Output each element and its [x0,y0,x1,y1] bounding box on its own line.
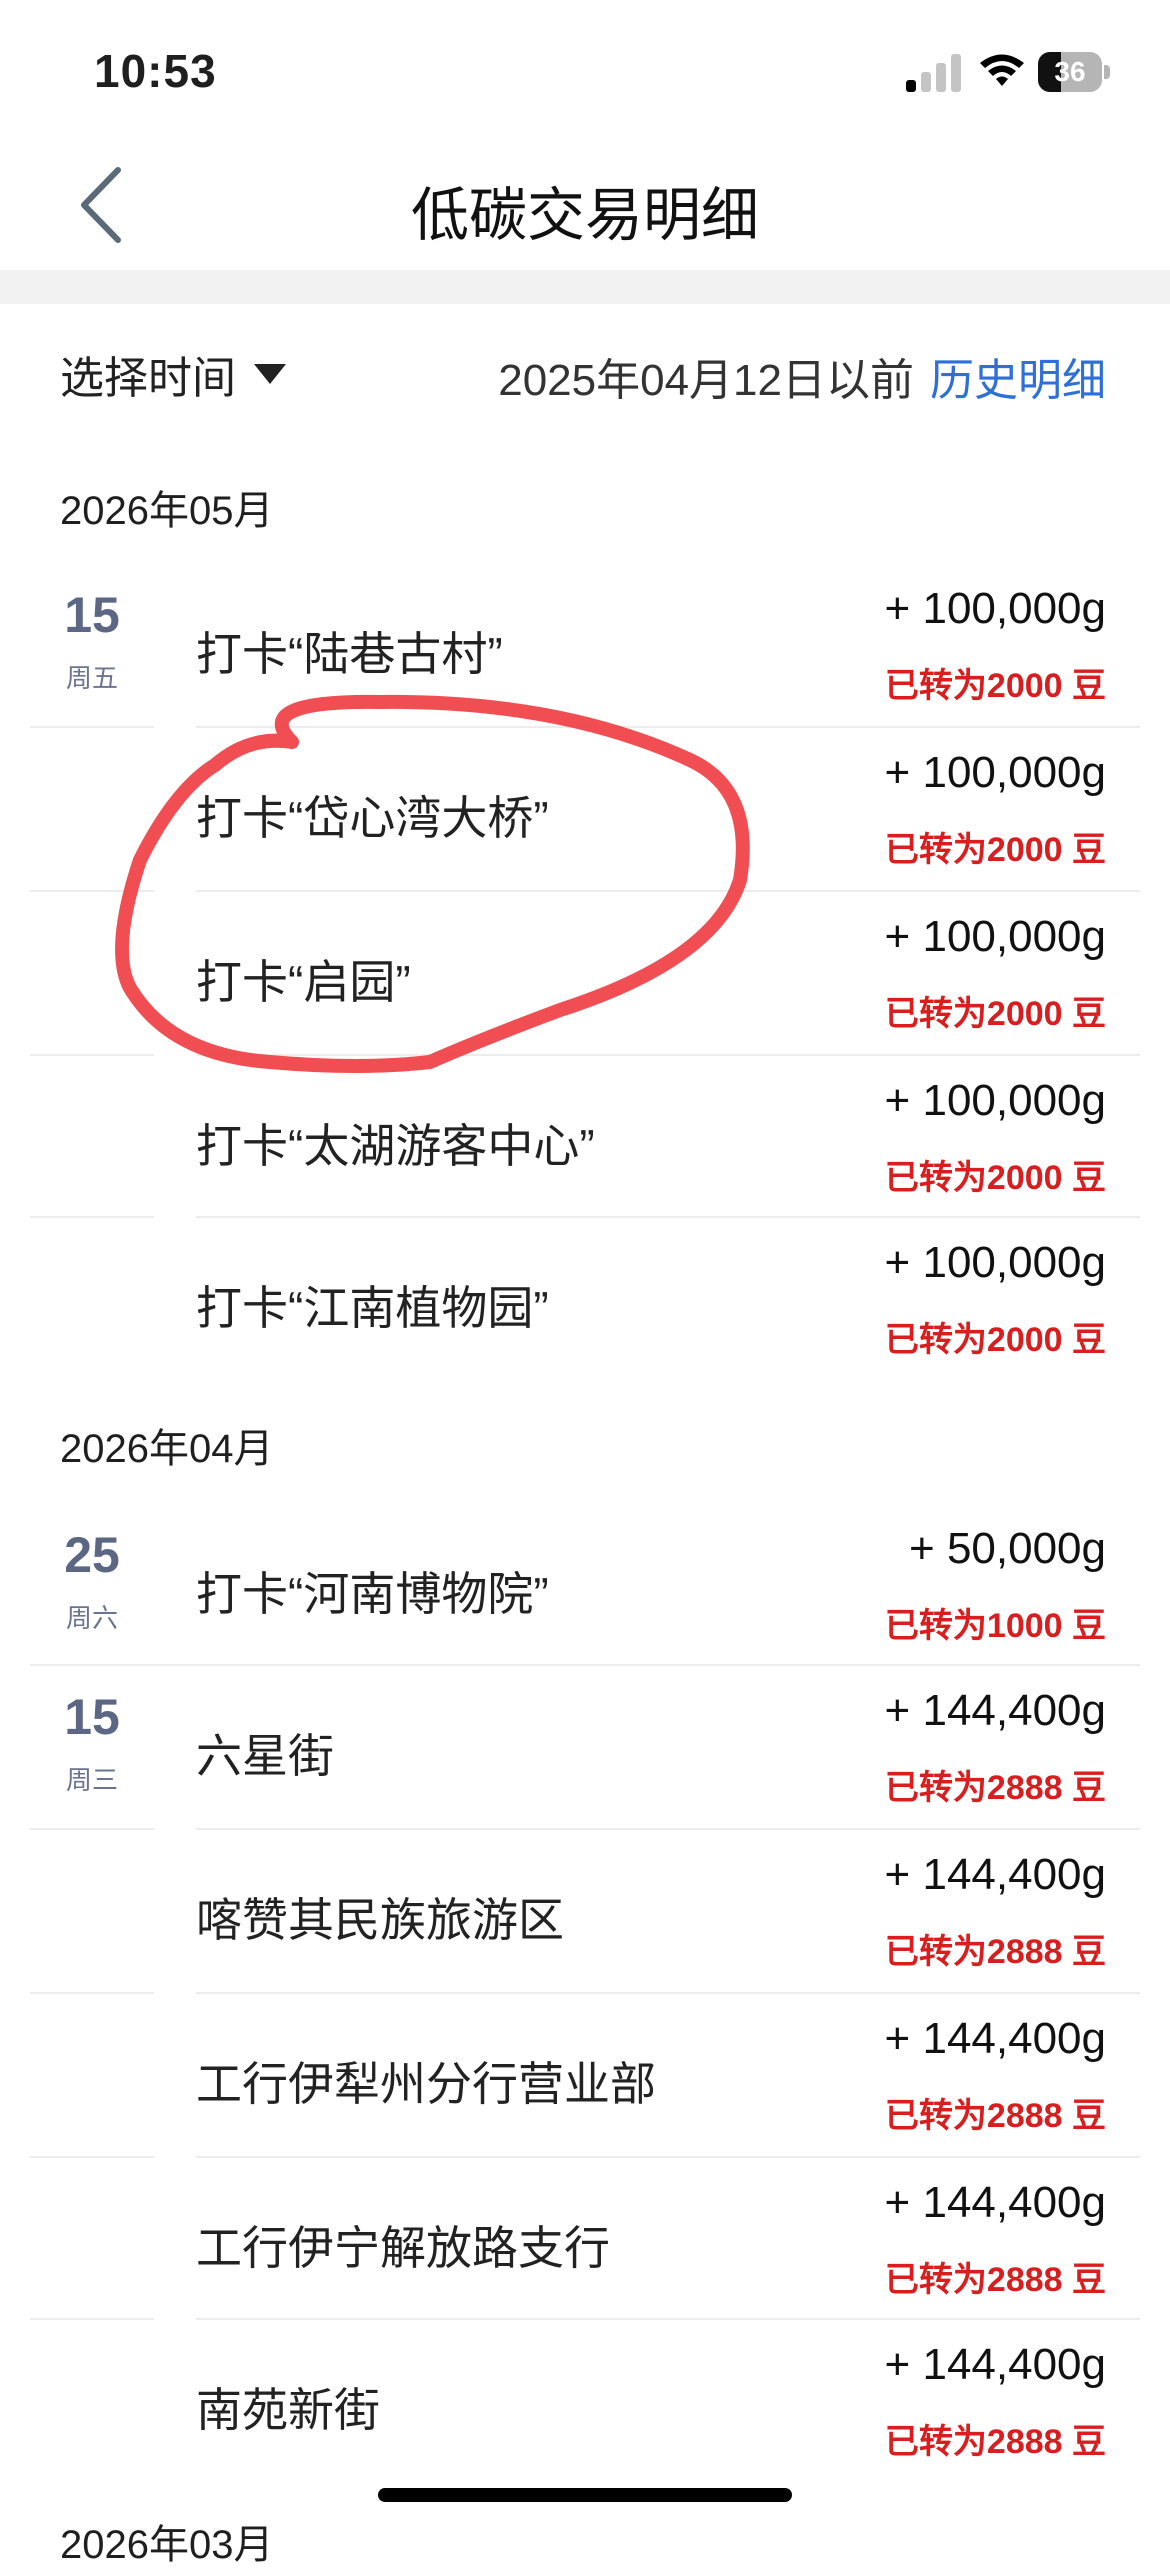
conversion-note: 已转为2000 豆 [884,667,1106,705]
month-header: 2026年05月 [60,489,274,533]
transaction-row[interactable]: 喀赞其民族旅游区 + 144,400g 已转为2888 豆 [30,1828,1140,1990]
select-time-dropdown[interactable]: 选择时间 [60,342,286,406]
month-header: 2026年03月 [60,2523,274,2567]
transaction-row[interactable]: 工行伊犁州分行营业部 + 144,400g 已转为2888 豆 [30,1992,1140,2154]
conversion-note: 已转为2888 豆 [884,2097,1106,2135]
weekday-label: 周三 [65,1765,118,1795]
conversion-note: 已转为2000 豆 [884,1159,1106,1197]
section-divider [0,270,1170,304]
conversion-note: 已转为2000 豆 [884,1321,1106,1359]
transaction-title: 打卡“启园” [196,956,411,1008]
transaction-row[interactable]: 25 周六 打卡“河南博物院” + 50,000g 已转为1000 豆 [30,1502,1140,1664]
home-indicator[interactable] [378,2488,792,2502]
transaction-row[interactable]: 打卡“江南植物园” + 100,000g 已转为2000 豆 [30,1216,1140,1378]
transaction-title: 六星街 [196,1730,334,1782]
transaction-amount: + 144,400g [884,1686,1106,1735]
status-time: 10:53 [94,45,217,97]
transaction-row[interactable]: 打卡“启园” + 100,000g 已转为2000 豆 [30,890,1140,1052]
cellular-signal-icon [906,52,962,92]
transaction-title: 工行伊犁州分行营业部 [196,2058,656,2110]
page-title: 低碳交易明细 [410,183,759,248]
day-number: 15 [64,1689,120,1745]
transaction-amount: + 100,000g [884,584,1106,633]
weekday-label: 周六 [65,1603,118,1633]
dropdown-triangle-icon [254,364,286,384]
transaction-row[interactable]: 15 周五 打卡“陆巷古村” + 100,000g 已转为2000 豆 [30,562,1140,724]
conversion-note: 已转为2000 豆 [884,995,1106,1033]
transaction-row[interactable]: 打卡“太湖游客中心” + 100,000g 已转为2000 豆 [30,1054,1140,1216]
transaction-row[interactable]: 打卡“岱心湾大桥” + 100,000g 已转为2000 豆 [30,726,1140,888]
transaction-row[interactable]: 15 周三 六星街 + 144,400g 已转为2888 豆 [30,1664,1140,1826]
battery-icon: 36 [1038,52,1110,92]
transaction-amount: + 144,400g [884,1850,1106,1899]
day-number: 25 [64,1527,120,1583]
filter-bar: 选择时间 2025年04月12日以前 历史明细 [0,304,1170,440]
navigation-bar: 低碳交易明细 [0,140,1170,270]
transaction-amount: + 144,400g [884,2340,1106,2389]
transaction-title: 打卡“河南博物院” [196,1568,549,1620]
transaction-title: 工行伊宁解放路支行 [196,2222,610,2274]
transaction-amount: + 100,000g [884,912,1106,961]
history-date-text: 2025年04月12日以前 [498,356,914,405]
transaction-title: 打卡“太湖游客中心” [196,1120,595,1172]
month-header: 2026年04月 [60,1427,274,1471]
transaction-amount: + 50,000g [909,1524,1106,1573]
transaction-row[interactable]: 工行伊宁解放路支行 + 144,400g 已转为2888 豆 [30,2156,1140,2318]
transaction-amount: + 144,400g [884,2014,1106,2063]
history-details-link[interactable]: 历史明细 [930,356,1106,405]
conversion-note: 已转为2888 豆 [884,2423,1106,2461]
transaction-amount: + 100,000g [884,1238,1106,1287]
transaction-amount: + 100,000g [884,748,1106,797]
transaction-title: 打卡“岱心湾大桥” [196,792,549,844]
conversion-note: 已转为1000 豆 [884,1607,1106,1645]
weekday-label: 周五 [65,663,118,693]
day-number: 15 [64,587,120,643]
history-notice: 2025年04月12日以前 历史明细 [498,344,1106,408]
transaction-title: 喀赞其民族旅游区 [196,1894,564,1946]
conversion-note: 已转为2000 豆 [884,831,1106,869]
conversion-note: 已转为2888 豆 [884,2261,1106,2299]
transaction-title: 南苑新街 [196,2384,380,2436]
transaction-title: 打卡“江南植物园” [196,1282,549,1334]
transaction-row[interactable]: 南苑新街 + 144,400g 已转为2888 豆 [30,2318,1140,2480]
transaction-amount: + 144,400g [884,2178,1106,2227]
select-time-label: 选择时间 [60,354,236,403]
battery-level: 36 [1054,56,1086,87]
transaction-amount: + 100,000g [884,1076,1106,1125]
wifi-icon [980,54,1024,86]
status-bar: 10:53 36 [0,0,1170,140]
conversion-note: 已转为2888 豆 [884,1933,1106,1971]
transaction-title: 打卡“陆巷古村” [196,628,503,680]
conversion-note: 已转为2888 豆 [884,1769,1106,1807]
